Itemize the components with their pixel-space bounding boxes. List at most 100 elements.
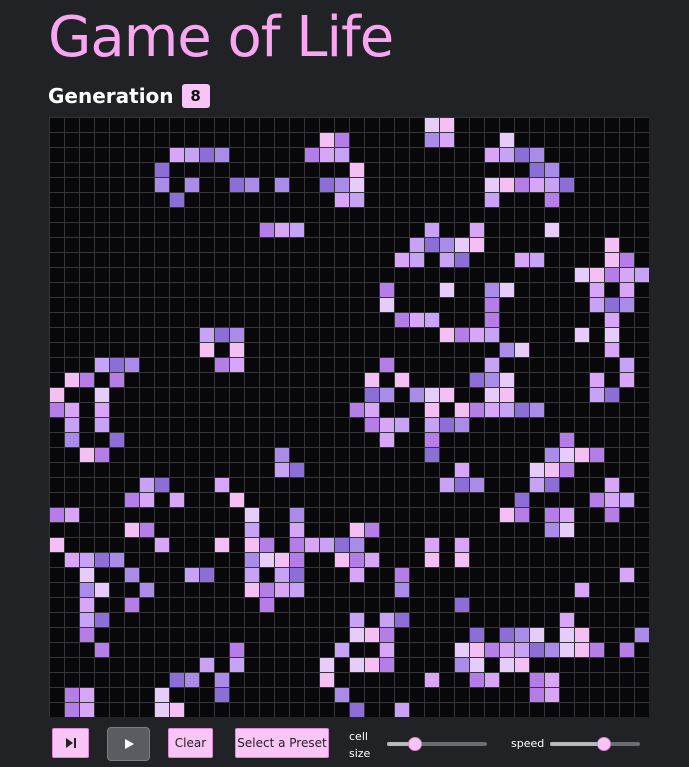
live-cell[interactable]	[485, 403, 499, 417]
live-cell[interactable]	[380, 388, 394, 402]
live-cell[interactable]	[215, 673, 229, 687]
live-cell[interactable]	[485, 388, 499, 402]
live-cell[interactable]	[290, 568, 304, 582]
live-cell[interactable]	[320, 538, 334, 552]
live-cell[interactable]	[290, 463, 304, 477]
live-cell[interactable]	[590, 298, 604, 312]
live-cell[interactable]	[620, 253, 634, 267]
live-cell[interactable]	[230, 178, 244, 192]
live-cell[interactable]	[455, 253, 469, 267]
live-cell[interactable]	[335, 538, 349, 552]
live-cell[interactable]	[425, 418, 439, 432]
live-cell[interactable]	[245, 523, 259, 537]
live-cell[interactable]	[515, 343, 529, 357]
live-cell[interactable]	[155, 163, 169, 177]
live-cell[interactable]	[575, 448, 589, 462]
live-cell[interactable]	[545, 478, 559, 492]
live-cell[interactable]	[515, 508, 529, 522]
live-cell[interactable]	[50, 388, 64, 402]
live-cell[interactable]	[545, 178, 559, 192]
live-cell[interactable]	[245, 568, 259, 582]
live-cell[interactable]	[425, 673, 439, 687]
live-cell[interactable]	[575, 643, 589, 657]
live-cell[interactable]	[380, 658, 394, 672]
live-cell[interactable]	[245, 178, 259, 192]
live-cell[interactable]	[140, 478, 154, 492]
live-cell[interactable]	[350, 538, 364, 552]
live-cell[interactable]	[65, 373, 79, 387]
live-cell[interactable]	[185, 568, 199, 582]
play-button[interactable]	[107, 727, 150, 761]
live-cell[interactable]	[215, 538, 229, 552]
live-cell[interactable]	[530, 148, 544, 162]
live-cell[interactable]	[260, 583, 274, 597]
live-cell[interactable]	[365, 553, 379, 567]
live-cell[interactable]	[545, 643, 559, 657]
live-cell[interactable]	[455, 643, 469, 657]
live-cell[interactable]	[425, 403, 439, 417]
live-cell[interactable]	[395, 313, 409, 327]
select-preset-button[interactable]: Select a Preset	[235, 728, 329, 758]
live-cell[interactable]	[470, 628, 484, 642]
live-cell[interactable]	[365, 658, 379, 672]
live-cell[interactable]	[545, 193, 559, 207]
live-cell[interactable]	[350, 553, 364, 567]
live-cell[interactable]	[515, 253, 529, 267]
live-cell[interactable]	[65, 553, 79, 567]
live-cell[interactable]	[260, 223, 274, 237]
live-cell[interactable]	[275, 223, 289, 237]
live-cell[interactable]	[110, 373, 124, 387]
live-cell[interactable]	[170, 493, 184, 507]
live-cell[interactable]	[590, 448, 604, 462]
live-cell[interactable]	[155, 478, 169, 492]
live-cell[interactable]	[290, 583, 304, 597]
live-cell[interactable]	[515, 658, 529, 672]
live-cell[interactable]	[335, 148, 349, 162]
live-cell[interactable]	[500, 373, 514, 387]
live-cell[interactable]	[590, 283, 604, 297]
live-cell[interactable]	[530, 478, 544, 492]
live-cell[interactable]	[485, 673, 499, 687]
live-cell[interactable]	[215, 478, 229, 492]
live-cell[interactable]	[545, 688, 559, 702]
live-cell[interactable]	[485, 298, 499, 312]
live-cell[interactable]	[470, 223, 484, 237]
live-cell[interactable]	[440, 238, 454, 252]
live-cell[interactable]	[500, 388, 514, 402]
live-cell[interactable]	[530, 163, 544, 177]
live-cell[interactable]	[620, 493, 634, 507]
live-cell[interactable]	[125, 358, 139, 372]
live-cell[interactable]	[200, 148, 214, 162]
live-cell[interactable]	[80, 688, 94, 702]
live-cell[interactable]	[80, 613, 94, 627]
live-cell[interactable]	[185, 673, 199, 687]
live-cell[interactable]	[110, 358, 124, 372]
live-cell[interactable]	[545, 673, 559, 687]
live-cell[interactable]	[395, 703, 409, 717]
live-cell[interactable]	[110, 553, 124, 567]
clear-button[interactable]: Clear	[168, 728, 213, 758]
live-cell[interactable]	[380, 433, 394, 447]
live-cell[interactable]	[305, 148, 319, 162]
live-cell[interactable]	[365, 373, 379, 387]
live-cell[interactable]	[410, 253, 424, 267]
live-cell[interactable]	[500, 403, 514, 417]
live-cell[interactable]	[530, 463, 544, 477]
live-cell[interactable]	[455, 658, 469, 672]
live-cell[interactable]	[245, 553, 259, 567]
live-cell[interactable]	[395, 568, 409, 582]
live-cell[interactable]	[560, 508, 574, 522]
live-cell[interactable]	[275, 553, 289, 567]
live-cell[interactable]	[560, 613, 574, 627]
live-cell[interactable]	[260, 598, 274, 612]
live-cell[interactable]	[590, 373, 604, 387]
live-cell[interactable]	[335, 553, 349, 567]
live-cell[interactable]	[530, 628, 544, 642]
live-cell[interactable]	[380, 643, 394, 657]
live-cell[interactable]	[500, 283, 514, 297]
live-cell[interactable]	[65, 418, 79, 432]
live-cell[interactable]	[575, 268, 589, 282]
live-cell[interactable]	[95, 388, 109, 402]
live-cell[interactable]	[500, 343, 514, 357]
slider-thumb[interactable]	[408, 737, 422, 751]
